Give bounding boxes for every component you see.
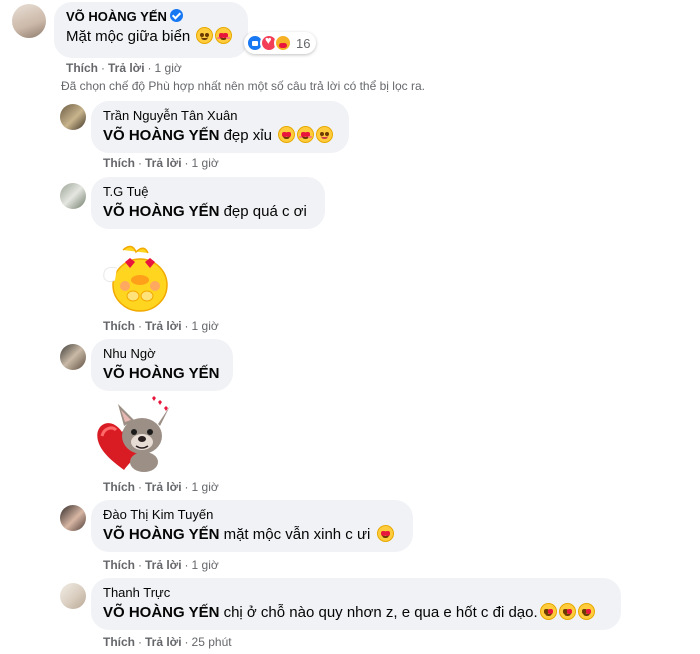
- like-button[interactable]: Thích: [103, 480, 135, 494]
- reply-author[interactable]: Đào Thị Kim Tuyến: [103, 507, 401, 523]
- smiling-face-with-hearts-icon: [215, 27, 233, 44]
- kissing-heart-icon: [539, 603, 557, 620]
- reply-text: VÕ HOÀNG YẾN đẹp quá c ơi: [103, 202, 313, 222]
- comment-text: Mặt mộc giữa biển: [66, 27, 236, 47]
- reply-button[interactable]: Trả lời: [145, 156, 182, 170]
- like-button[interactable]: Thích: [103, 156, 135, 170]
- kissing-heart-icon: [577, 603, 595, 620]
- reply-author[interactable]: Trần Nguyễn Tân Xuân: [103, 108, 337, 124]
- mention-tag[interactable]: VÕ HOÀNG YẾN: [103, 203, 219, 220]
- bulldog-heart-sticker: [97, 396, 170, 472]
- reply-author[interactable]: T.G Tuệ: [103, 184, 313, 200]
- reply-text: VÕ HOÀNG YẾN mặt mộc vẫn xinh c ưi: [103, 525, 401, 545]
- avatar[interactable]: [12, 4, 46, 38]
- reply-author[interactable]: Nhu Ngờ: [103, 346, 221, 362]
- mention-tag[interactable]: VÕ HOÀNG YẾN: [103, 365, 219, 382]
- winking-tongue-icon: [316, 126, 334, 143]
- reply-bubble: Nhu Ngờ VÕ HOÀNG YẾN: [91, 339, 233, 391]
- reply-author[interactable]: Thanh Trực: [103, 585, 609, 601]
- reply-body: đẹp quá c ơi: [219, 203, 307, 220]
- reply-button[interactable]: Trả lời: [145, 558, 182, 572]
- avatar[interactable]: [60, 344, 86, 370]
- reply-text: VÕ HOÀNG YẾN chị ở chỗ nào quy nhơn z, e…: [103, 603, 609, 623]
- mention-tag[interactable]: VÕ HOÀNG YẾN: [103, 604, 219, 621]
- heart-eyes-icon: [376, 525, 394, 542]
- reply-text: VÕ HOÀNG YẾN: [103, 364, 221, 384]
- mention-tag[interactable]: VÕ HOÀNG YẾN: [103, 526, 219, 543]
- timestamp[interactable]: 1 giờ: [192, 156, 219, 170]
- main-comment-bubble: VÕ HOÀNG YẾN Mặt mộc giữa biển: [54, 2, 248, 58]
- avatar[interactable]: [60, 583, 86, 609]
- reply-button[interactable]: Trả lời: [145, 480, 182, 494]
- kissing-heart-icon: [558, 603, 576, 620]
- mention-tag[interactable]: VÕ HOÀNG YẾN: [103, 127, 219, 144]
- reply-actions: Thích · Trả lời · 1 giờ: [103, 156, 219, 170]
- heart-eyes-duck-sticker: [103, 245, 168, 312]
- smiling-face-with-hearts-icon: [297, 126, 315, 143]
- timestamp[interactable]: 1 giờ: [192, 319, 219, 333]
- reply-actions: Thích · Trả lời · 1 giờ: [103, 480, 219, 494]
- reply-body: chị ở chỗ nào quy nhơn z, e qua e hốt c …: [219, 604, 538, 621]
- timestamp[interactable]: 1 giờ: [192, 558, 219, 572]
- reaction-count: 16: [296, 35, 311, 51]
- like-button[interactable]: Thích: [103, 635, 135, 649]
- timestamp[interactable]: 1 giờ: [192, 480, 219, 494]
- avatar[interactable]: [60, 505, 86, 531]
- like-button[interactable]: Thích: [103, 319, 135, 333]
- reply-body: mặt mộc vẫn xinh c ưi: [219, 526, 371, 543]
- comment-actions: Thích · Trả lời · 1 giờ: [66, 61, 182, 75]
- like-button[interactable]: Thích: [66, 61, 98, 75]
- reply-button[interactable]: Trả lời: [145, 635, 182, 649]
- verified-badge-icon: [169, 9, 183, 22]
- reply-actions: Thích · Trả lời · 25 phút: [103, 635, 232, 649]
- author-name[interactable]: VÕ HOÀNG YẾN: [66, 9, 167, 24]
- reply-bubble: Thanh Trực VÕ HOÀNG YẾN chị ở chỗ nào qu…: [91, 578, 621, 630]
- comment-body: Mặt mộc giữa biển: [66, 28, 191, 45]
- like-button[interactable]: Thích: [103, 558, 135, 572]
- timestamp[interactable]: 25 phút: [192, 635, 232, 649]
- reply-button[interactable]: Trả lời: [145, 319, 182, 333]
- reply-actions: Thích · Trả lời · 1 giờ: [103, 319, 219, 333]
- reply-button[interactable]: Trả lời: [108, 61, 145, 75]
- timestamp[interactable]: 1 giờ: [155, 61, 182, 75]
- reply-bubble: T.G Tuệ VÕ HOÀNG YẾN đẹp quá c ơi: [91, 177, 325, 229]
- reply-text: VÕ HOÀNG YẾN đẹp xỉu: [103, 126, 337, 146]
- comment-author[interactable]: VÕ HOÀNG YẾN: [66, 9, 236, 25]
- avatar[interactable]: [60, 104, 86, 130]
- heart-eyes-icon: [278, 126, 296, 143]
- filter-notice: Đã chọn chế độ Phù hợp nhất nên một số c…: [61, 79, 425, 93]
- avatar[interactable]: [60, 183, 86, 209]
- reply-bubble: Trần Nguyễn Tân Xuân VÕ HOÀNG YẾN đẹp xỉ…: [91, 101, 349, 153]
- smiling-face-icon: [196, 27, 214, 44]
- reaction-summary[interactable]: 16: [244, 32, 316, 54]
- care-icon: [274, 34, 292, 52]
- reply-actions: Thích · Trả lời · 1 giờ: [103, 558, 219, 572]
- reply-body: đẹp xỉu: [219, 127, 272, 144]
- reply-bubble: Đào Thị Kim Tuyến VÕ HOÀNG YẾN mặt mộc v…: [91, 500, 413, 552]
